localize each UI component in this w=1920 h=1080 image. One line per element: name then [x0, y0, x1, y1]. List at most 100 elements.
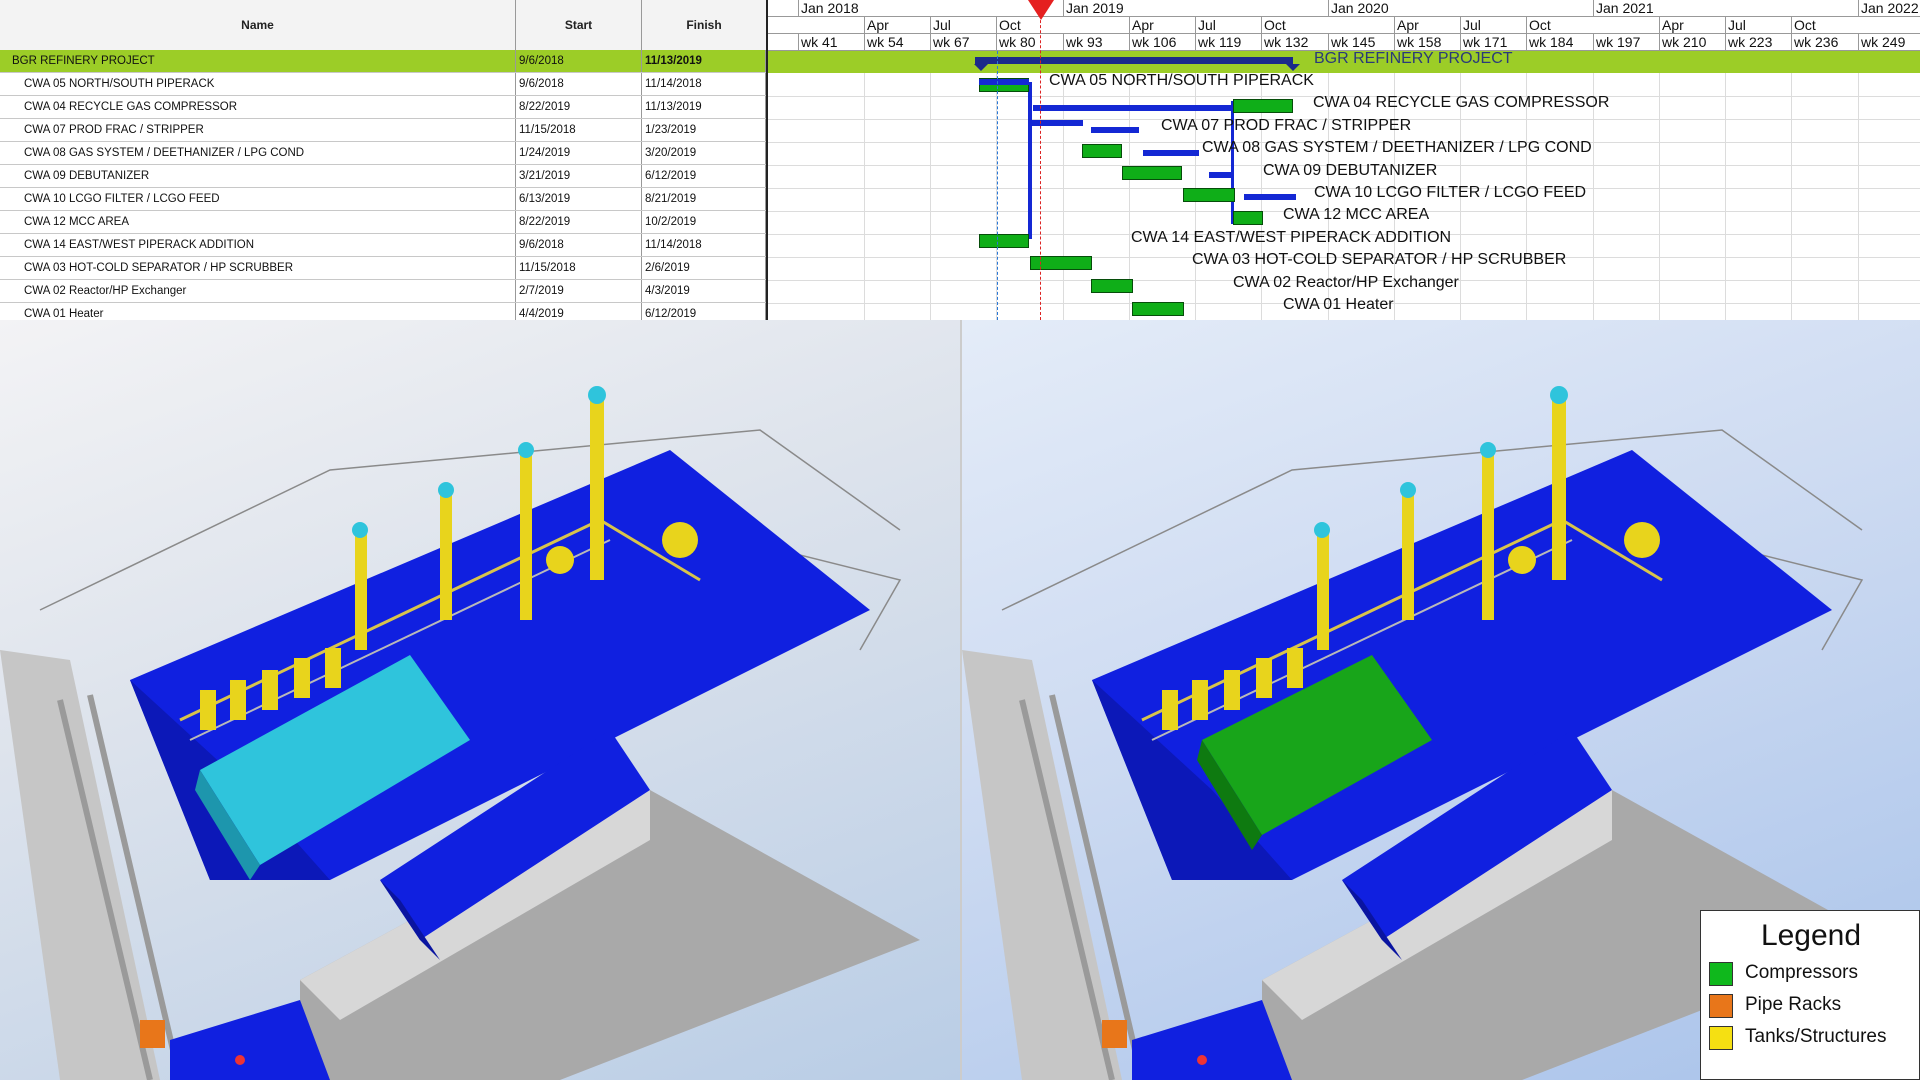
timeline-year: Jan 2022	[1858, 0, 1919, 17]
timeline-years: Jan 2018 Jan 2019 Jan 2020 Jan 2021 Jan …	[768, 0, 1920, 17]
table-row[interactable]: CWA 14 EAST/WEST PIPERACK ADDITION 9/6/2…	[0, 234, 766, 257]
task-name: BGR REFINERY PROJECT	[0, 50, 516, 72]
timeline-month: Jul	[1725, 17, 1746, 34]
task-name: CWA 10 LCGO FILTER / LCGO FEED	[0, 188, 516, 210]
column-header-finish[interactable]: Finish	[642, 0, 766, 50]
task-finish: 3/20/2019	[642, 142, 766, 164]
timeline-week: wk 132	[1261, 34, 1308, 51]
timeline-year: Jan 2021	[1593, 0, 1654, 17]
table-row[interactable]: CWA 09 DEBUTANIZER 3/21/2019 6/12/2019	[0, 165, 766, 188]
task-bar[interactable]	[1233, 211, 1263, 225]
task-name: CWA 01 Heater	[0, 303, 516, 320]
dependency-link	[1028, 82, 1032, 239]
task-bar[interactable]	[1132, 302, 1184, 316]
timeline-year: Jan 2019	[1063, 0, 1124, 17]
task-name: CWA 05 NORTH/SOUTH PIPERACK	[0, 73, 516, 95]
gantt-label: CWA 14 EAST/WEST PIPERACK ADDITION	[1131, 229, 1452, 246]
table-header: Name Start Finish	[0, 0, 766, 51]
table-row[interactable]: CWA 08 GAS SYSTEM / DEETHANIZER / LPG CO…	[0, 142, 766, 165]
gantt-chart[interactable]: Jan 2018 Jan 2019 Jan 2020 Jan 2021 Jan …	[768, 0, 1920, 320]
timeline-week: wk 171	[1460, 34, 1507, 51]
gantt-label: CWA 10 LCGO FILTER / LCGO FEED	[1314, 184, 1587, 201]
task-finish: 11/14/2018	[642, 73, 766, 95]
task-start: 9/6/2018	[516, 234, 642, 256]
table-row[interactable]: CWA 01 Heater 4/4/2019 6/12/2019	[0, 303, 766, 320]
task-bar[interactable]	[1091, 279, 1133, 293]
task-start: 9/6/2018	[516, 50, 642, 72]
gantt-label: CWA 05 NORTH/SOUTH PIPERACK	[1049, 72, 1314, 89]
gantt-label: CWA 03 HOT-COLD SEPARATOR / HP SCRUBBER	[1192, 251, 1567, 268]
progress-bar	[1091, 127, 1139, 133]
task-bar[interactable]	[1233, 99, 1293, 113]
table-row-summary[interactable]: BGR REFINERY PROJECT 9/6/2018 11/13/2019	[0, 50, 766, 73]
task-bar[interactable]	[979, 234, 1029, 248]
status-date-line	[997, 51, 998, 320]
table-row[interactable]: CWA 02 Reactor/HP Exchanger 2/7/2019 4/3…	[0, 280, 766, 303]
refinery-model-render	[0, 386, 920, 1080]
legend-label: Compressors	[1745, 962, 1858, 983]
timeline-month: Jul	[1460, 17, 1481, 34]
timeline-month: Apr	[1659, 17, 1684, 34]
table-row[interactable]: CWA 07 PROD FRAC / STRIPPER 11/15/2018 1…	[0, 119, 766, 142]
progress-bar	[1244, 194, 1296, 200]
table-row[interactable]: CWA 10 LCGO FILTER / LCGO FEED 6/13/2019…	[0, 188, 766, 211]
task-finish: 4/3/2019	[642, 280, 766, 302]
timeline-week: wk 80	[996, 34, 1036, 51]
timeline-week: wk 184	[1526, 34, 1573, 51]
task-bar[interactable]	[1082, 144, 1122, 158]
task-start: 1/24/2019	[516, 142, 642, 164]
table-row[interactable]: CWA 03 HOT-COLD SEPARATOR / HP SCRUBBER …	[0, 257, 766, 280]
progress-bar	[1143, 150, 1199, 156]
timeline-year: Jan 2018	[798, 0, 859, 17]
summary-bar[interactable]	[1063, 57, 1293, 64]
task-start: 8/22/2019	[516, 211, 642, 233]
task-start: 3/21/2019	[516, 165, 642, 187]
timeline-week: wk 197	[1593, 34, 1640, 51]
task-start: 2/7/2019	[516, 280, 642, 302]
gantt-label: CWA 02 Reactor/HP Exchanger	[1233, 274, 1459, 291]
task-table: Name Start Finish BGR REFINERY PROJECT 9…	[0, 0, 768, 320]
gantt-label-summary: BGR REFINERY PROJECT	[1314, 50, 1513, 67]
timeline-year: Jan 2020	[1328, 0, 1389, 17]
gantt-label: CWA 08 GAS SYSTEM / DEETHANIZER / LPG CO…	[1202, 139, 1592, 156]
summary-cap	[1286, 64, 1300, 71]
current-date-line	[1040, 0, 1041, 320]
timeline-month: Apr	[864, 17, 889, 34]
progress-bar	[1031, 120, 1083, 126]
task-bar[interactable]	[1183, 188, 1235, 202]
progress-bar	[1209, 172, 1233, 178]
table-row[interactable]: CWA 04 RECYCLE GAS COMPRESSOR 8/22/2019 …	[0, 96, 766, 119]
timeline-week: wk 145	[1328, 34, 1375, 51]
legend: Legend Compressors Pipe Racks Tanks/Stru…	[1700, 910, 1920, 1080]
task-bar[interactable]	[1122, 166, 1182, 180]
task-name: CWA 02 Reactor/HP Exchanger	[0, 280, 516, 302]
gantt-label: CWA 04 RECYCLE GAS COMPRESSOR	[1313, 94, 1610, 111]
timeline-week: wk 41	[798, 34, 838, 51]
timeline-month: Jul	[1195, 17, 1216, 34]
timeline-week: wk 210	[1659, 34, 1706, 51]
timeline-week: wk 119	[1195, 34, 1241, 51]
task-start: 11/15/2018	[516, 257, 642, 279]
timeline-month: Oct	[1261, 17, 1286, 34]
table-row[interactable]: CWA 12 MCC AREA 8/22/2019 10/2/2019	[0, 211, 766, 234]
timeline-month: Apr	[1394, 17, 1419, 34]
timeline-weeks: wk 41 wk 54 wk 67 wk 80 wk 93 wk 106 wk …	[768, 34, 1920, 51]
column-header-start[interactable]: Start	[516, 0, 642, 50]
task-finish: 2/6/2019	[642, 257, 766, 279]
column-header-name[interactable]: Name	[0, 0, 516, 50]
current-date-marker[interactable]	[1028, 0, 1054, 20]
timeline-week: wk 54	[864, 34, 904, 51]
summary-bar[interactable]	[975, 57, 1063, 64]
table-row[interactable]: CWA 05 NORTH/SOUTH PIPERACK 9/6/2018 11/…	[0, 73, 766, 96]
model-view-left[interactable]	[0, 320, 960, 1080]
task-finish: 11/13/2019	[642, 96, 766, 118]
summary-cap	[974, 64, 988, 71]
task-name: CWA 12 MCC AREA	[0, 211, 516, 233]
task-start: 4/4/2019	[516, 303, 642, 320]
task-finish: 1/23/2019	[642, 119, 766, 141]
task-finish: 10/2/2019	[642, 211, 766, 233]
task-finish: 6/12/2019	[642, 303, 766, 320]
task-name: CWA 07 PROD FRAC / STRIPPER	[0, 119, 516, 141]
task-start: 8/22/2019	[516, 96, 642, 118]
timeline-month: Oct	[1526, 17, 1551, 34]
